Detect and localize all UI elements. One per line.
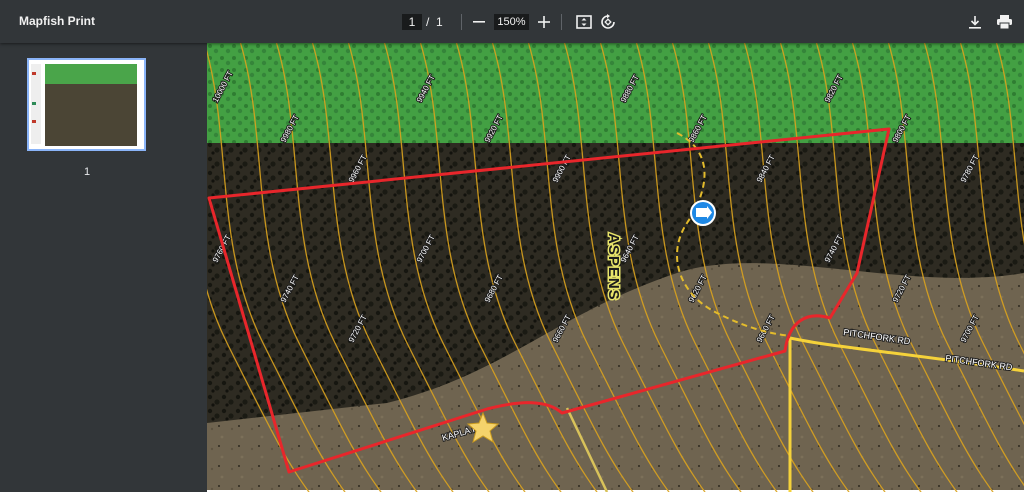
zoom-input[interactable]: 150% [494, 14, 529, 30]
page-number-input[interactable]: 1 [402, 14, 422, 30]
toolbar-divider [561, 14, 562, 30]
fit-page-icon [576, 15, 592, 29]
toolbar-divider [461, 14, 462, 30]
thumbnail-preview [29, 60, 144, 149]
minus-icon [473, 21, 485, 23]
download-button[interactable] [965, 12, 985, 32]
document-viewer[interactable]: 10000 FT 9980 FT 9960 FT 9940 FT 9920 FT 9900… [207, 43, 1024, 492]
page-thumbnail[interactable] [27, 58, 146, 151]
thumbnail-page-number: 1 [83, 166, 91, 178]
page-separator: / [426, 15, 430, 29]
zoom-in-button[interactable] [534, 12, 554, 32]
document-title: Mapfish Print [19, 14, 96, 28]
trailhead-marker-icon[interactable] [690, 200, 716, 226]
fit-to-page-button[interactable] [574, 12, 594, 32]
rotate-button[interactable] [598, 12, 618, 32]
page-total: 1 [436, 15, 443, 29]
zoom-out-button[interactable] [469, 12, 489, 32]
download-icon [969, 15, 981, 29]
print-icon [996, 15, 1012, 29]
rotate-icon [601, 14, 615, 29]
print-button[interactable] [994, 12, 1014, 32]
topographic-map[interactable]: 10000 FT9980 FT9960 FT9940 FT9920 FT9900… [207, 43, 1024, 492]
area-label-aspens: ASPENS [605, 233, 622, 301]
pdf-toolbar: Mapfish Print 1 / 1 150% [0, 0, 1024, 43]
plus-icon [538, 16, 550, 28]
